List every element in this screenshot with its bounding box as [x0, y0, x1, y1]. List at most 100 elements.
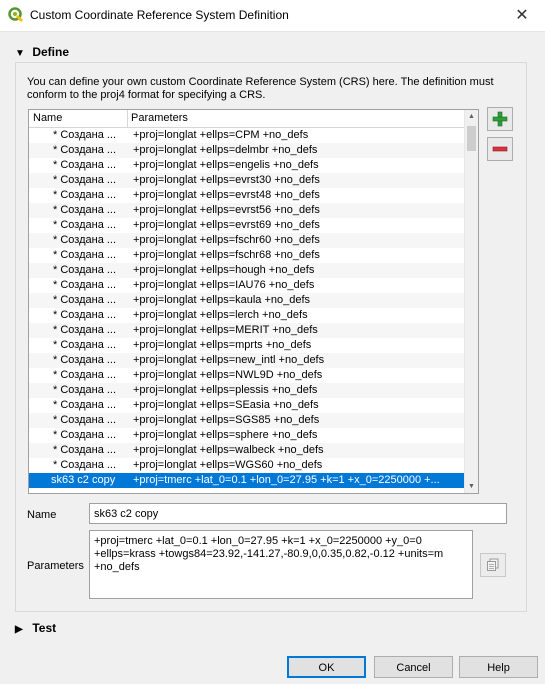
column-header-name[interactable]: Name — [33, 112, 62, 124]
crs-name-cell: * Создана ... — [53, 369, 117, 381]
crs-parameters-cell: +proj=longlat +ellps=CPM +no_defs — [133, 129, 309, 141]
help-button[interactable]: Help — [459, 656, 538, 678]
crs-parameters-cell: +proj=longlat +ellps=evrst30 +no_defs — [133, 174, 320, 186]
crs-parameters-cell: +proj=longlat +ellps=kaula +no_defs — [133, 294, 311, 306]
table-row[interactable]: * Создана ... +proj=longlat +ellps=NWL9D … — [29, 368, 466, 383]
crs-name-cell: * Создана ... — [53, 204, 117, 216]
crs-name-cell: * Создана ... — [53, 294, 117, 306]
crs-name-cell: * Создана ... — [53, 354, 117, 366]
crs-table[interactable]: Name Parameters * Создана ... +proj=longl… — [28, 109, 479, 494]
ok-button[interactable]: OK — [287, 656, 366, 678]
table-row[interactable]: * Создана ... +proj=longlat +ellps=evrst4… — [29, 188, 466, 203]
crs-name-cell: * Создана ... — [53, 279, 117, 291]
crs-name-cell: * Создана ... — [53, 459, 117, 471]
table-row[interactable]: * Создана ... +proj=longlat +ellps=evrst3… — [29, 173, 466, 188]
column-separator — [127, 110, 128, 127]
copy-icon — [487, 558, 499, 571]
title-bar: Custom Coordinate Reference System Defin… — [0, 0, 545, 32]
crs-parameters-cell: +proj=longlat +ellps=new_intl +no_defs — [133, 354, 325, 366]
crs-parameters-cell: +proj=longlat +ellps=SEasia +no_defs — [133, 399, 319, 411]
define-section-toggle[interactable]: ▼ Define — [15, 45, 69, 59]
define-header: Define — [32, 45, 70, 59]
expand-arrow-icon: ▶ — [15, 624, 23, 635]
crs-parameters-cell: +proj=longlat +ellps=sphere +no_defs — [133, 429, 318, 441]
crs-name-cell: * Создана ... — [53, 444, 117, 456]
crs-name-cell: * Создана ... — [53, 219, 117, 231]
crs-name-cell: * Создана ... — [53, 264, 117, 276]
crs-name-cell: * Создана ... — [53, 189, 117, 201]
collapse-arrow-icon: ▼ — [15, 48, 25, 59]
table-row[interactable]: * Создана ... +proj=longlat +ellps=walbec… — [29, 443, 466, 458]
cancel-button[interactable]: Cancel — [374, 656, 453, 678]
crs-parameters-cell: +proj=longlat +ellps=delmbr +no_defs — [133, 144, 318, 156]
parameters-textarea[interactable]: +proj=tmerc +lat_0=0.1 +lon_0=27.95 +k=1… — [89, 530, 473, 599]
close-icon: ✕ — [515, 7, 529, 24]
table-row[interactable]: * Создана ... +proj=longlat +ellps=evrst6… — [29, 218, 466, 233]
scroll-down-icon[interactable]: ▼ — [465, 480, 478, 493]
crs-name-cell: * Создана ... — [53, 399, 117, 411]
column-header-parameters[interactable]: Parameters — [131, 112, 188, 124]
crs-parameters-cell: +proj=longlat +ellps=evrst56 +no_defs — [133, 204, 320, 216]
table-row[interactable]: * Создана ... +proj=longlat +ellps=WGS60 … — [29, 458, 466, 473]
table-row[interactable]: sk63 c2 copy +proj=tmerc +lat_0=0.1 +lon_… — [29, 473, 466, 488]
crs-name-cell: * Создана ... — [53, 309, 117, 321]
crs-name-cell: * Создана ... — [53, 144, 117, 156]
table-row[interactable]: * Создана ... +proj=longlat +ellps=kaula … — [29, 293, 466, 308]
crs-name-cell: * Создана ... — [53, 384, 117, 396]
crs-parameters-cell: +proj=longlat +ellps=hough +no_defs — [133, 264, 315, 276]
crs-parameters-cell: +proj=longlat +ellps=SGS85 +no_defs — [133, 414, 320, 426]
crs-name-cell: * Создана ... — [53, 249, 117, 261]
table-row[interactable]: * Создана ... +proj=longlat +ellps=CPM +n… — [29, 128, 466, 143]
add-crs-button[interactable] — [487, 107, 513, 131]
close-button[interactable]: ✕ — [499, 0, 545, 31]
crs-parameters-cell: +proj=longlat +ellps=evrst69 +no_defs — [133, 219, 320, 231]
table-row[interactable]: * Создана ... +proj=longlat +ellps=delmbr… — [29, 143, 466, 158]
crs-name-cell: * Создана ... — [53, 159, 117, 171]
crs-parameters-cell: +proj=longlat +ellps=MERIT +no_defs — [133, 324, 318, 336]
crs-parameters-cell: +proj=longlat +ellps=plessis +no_defs — [133, 384, 318, 396]
table-body: * Создана ... +proj=longlat +ellps=CPM +n… — [29, 128, 466, 488]
test-header: Test — [32, 621, 57, 635]
window-title: Custom Coordinate Reference System Defin… — [30, 8, 289, 22]
table-row[interactable]: * Создана ... +proj=longlat +ellps=evrst5… — [29, 203, 466, 218]
crs-parameters-cell: +proj=longlat +ellps=fschr68 +no_defs — [133, 249, 320, 261]
table-row[interactable]: * Создана ... +proj=longlat +ellps=mprts … — [29, 338, 466, 353]
crs-parameters-cell: +proj=longlat +ellps=fschr60 +no_defs — [133, 234, 320, 246]
table-row[interactable]: * Создана ... +proj=longlat +ellps=IAU76 … — [29, 278, 466, 293]
table-row[interactable]: * Создана ... +proj=longlat +ellps=MERIT … — [29, 323, 466, 338]
table-row[interactable]: * Создана ... +proj=longlat +ellps=plessi… — [29, 383, 466, 398]
test-section-toggle[interactable]: ▶ Test — [15, 621, 56, 635]
crs-name-cell: * Создана ... — [53, 324, 117, 336]
table-row[interactable]: * Создана ... +proj=longlat +ellps=new_in… — [29, 353, 466, 368]
parameters-label: Parameters — [27, 560, 84, 572]
crs-parameters-cell: +proj=longlat +ellps=walbeck +no_defs — [133, 444, 324, 456]
plus-icon — [492, 111, 508, 127]
crs-name-cell: sk63 c2 copy — [51, 474, 116, 486]
table-row[interactable]: * Создана ... +proj=longlat +ellps=SGS85 … — [29, 413, 466, 428]
table-row[interactable]: * Создана ... +proj=longlat +ellps=lerch … — [29, 308, 466, 323]
remove-crs-button[interactable] — [487, 137, 513, 161]
name-input[interactable] — [89, 503, 507, 524]
vertical-scrollbar[interactable]: ▲ ▼ — [464, 110, 478, 493]
table-row[interactable]: * Создана ... +proj=longlat +ellps=engeli… — [29, 158, 466, 173]
crs-name-cell: * Создана ... — [53, 174, 117, 186]
table-row[interactable]: * Создана ... +proj=longlat +ellps=fschr6… — [29, 248, 466, 263]
description-text: You can define your own custom Coordinat… — [27, 76, 494, 101]
crs-parameters-cell: +proj=longlat +ellps=engelis +no_defs — [133, 159, 319, 171]
crs-parameters-cell: +proj=longlat +ellps=mprts +no_defs — [133, 339, 312, 351]
copy-parameters-button[interactable] — [480, 553, 506, 577]
table-row[interactable]: * Создана ... +proj=longlat +ellps=SEasia… — [29, 398, 466, 413]
scroll-up-icon[interactable]: ▲ — [465, 110, 478, 123]
scroll-thumb[interactable] — [467, 126, 476, 151]
crs-name-cell: * Создана ... — [53, 339, 117, 351]
crs-parameters-cell: +proj=longlat +ellps=WGS60 +no_defs — [133, 459, 323, 471]
table-row[interactable]: * Создана ... +proj=longlat +ellps=fschr6… — [29, 233, 466, 248]
name-label: Name — [27, 509, 57, 521]
crs-parameters-cell: +proj=longlat +ellps=NWL9D +no_defs — [133, 369, 323, 381]
table-row[interactable]: * Создана ... +proj=longlat +ellps=sphere… — [29, 428, 466, 443]
qgis-logo-icon — [8, 7, 24, 23]
crs-name-cell: * Создана ... — [53, 414, 117, 426]
table-row[interactable]: * Создана ... +proj=longlat +ellps=hough … — [29, 263, 466, 278]
crs-name-cell: * Создана ... — [53, 234, 117, 246]
table-header: Name Parameters — [29, 110, 466, 128]
